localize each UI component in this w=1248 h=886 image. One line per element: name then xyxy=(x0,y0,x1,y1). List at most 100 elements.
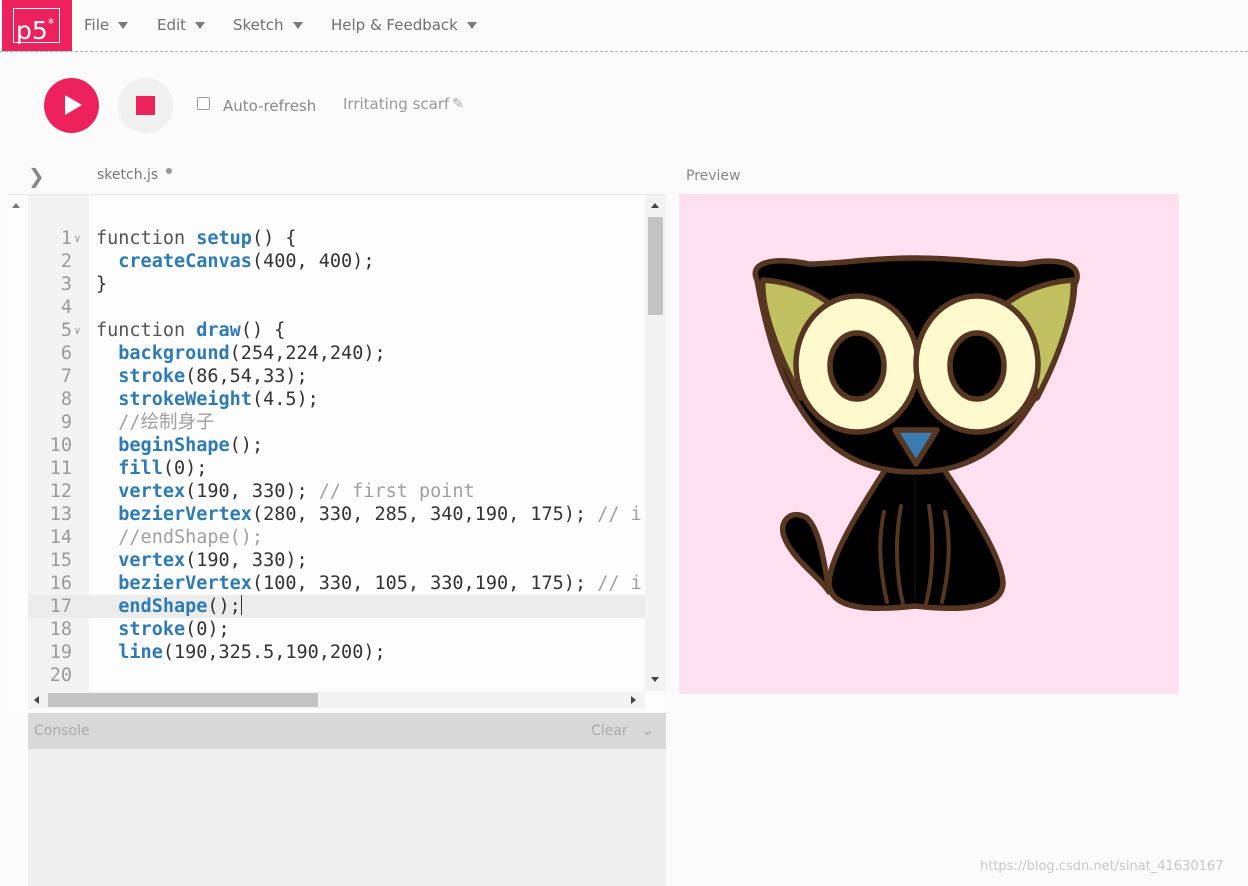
line-number: 4 xyxy=(60,297,72,318)
fold-chevron-icon[interactable]: ∨ xyxy=(74,227,81,250)
menu-sketch[interactable]: Sketch xyxy=(233,16,303,34)
scroll-up-icon[interactable] xyxy=(651,203,659,208)
line-number: 19 xyxy=(49,642,72,663)
code-comment: //绘制身子 xyxy=(96,412,215,433)
code-text: stroke(86,54,33); xyxy=(118,366,308,387)
menu-file-label: File xyxy=(84,16,110,34)
code-line: 15 vertex(190, 330); xyxy=(28,549,645,572)
menu-sketch-label: Sketch xyxy=(233,16,284,34)
code-text: createCanvas(400, 400); xyxy=(118,251,375,272)
line-number: 2 xyxy=(60,251,72,272)
line-number: 8 xyxy=(60,389,72,410)
code-text: vertex(190, 330); // first point xyxy=(118,481,475,502)
line-number: 9 xyxy=(60,412,72,433)
fold-chevron-icon[interactable]: ∨ xyxy=(74,319,81,342)
code-line: 3} xyxy=(28,273,645,296)
code-line: 19 line(190,325.5,190,200); xyxy=(28,641,645,664)
line-number: 20 xyxy=(49,665,72,686)
line-number: 12 xyxy=(49,481,72,502)
chevron-down-icon[interactable]: ⌄ xyxy=(641,720,654,739)
chevron-right-icon[interactable]: ❯ xyxy=(28,166,45,186)
stop-icon xyxy=(136,96,155,115)
line-number: 5 xyxy=(60,320,72,341)
code-line: 7 stroke(86,54,33); xyxy=(28,365,645,388)
code-line: 5 ∨ function draw() { xyxy=(28,319,645,342)
menu-help[interactable]: Help & Feedback xyxy=(331,16,477,34)
watermark: https://blog.csdn.net/sinat_41630167 xyxy=(980,859,1224,874)
menu-help-label: Help & Feedback xyxy=(331,16,458,34)
code-text: background(254,224,240); xyxy=(118,343,386,364)
code-text: bezierVertex(280, 330, 285, 340,190, 175… xyxy=(118,504,642,525)
code-line: 9 //绘制身子 xyxy=(28,411,645,434)
sidebar-scroll-up-icon xyxy=(12,203,20,208)
code-line: 16 bezierVertex(100, 330, 105, 330,190, … xyxy=(28,572,645,595)
console-header: Console Clear ⌄ xyxy=(28,713,666,749)
code-line-active: 17 endShape(); xyxy=(28,595,645,618)
code-line: 11 fill(0); xyxy=(28,457,645,480)
code-editor[interactable]: 1 ∨ function setup() { 2 createCanvas(400,… xyxy=(8,194,666,712)
code-line: 13 bezierVertex(280, 330, 285, 340,190, … xyxy=(28,503,645,526)
code-text: beginShape(); xyxy=(118,435,264,456)
line-number: 10 xyxy=(49,435,72,456)
code-text: } xyxy=(96,274,108,295)
logo-mark: p5* xyxy=(13,8,60,45)
console-title: Console xyxy=(34,723,90,739)
code-text: bezierVertex(100, 330, 105, 330,190, 175… xyxy=(118,573,642,594)
line-number: 15 xyxy=(49,550,72,571)
console-clear-button[interactable]: Clear xyxy=(591,723,628,739)
menu-file[interactable]: File xyxy=(84,16,129,34)
scroll-down-icon[interactable] xyxy=(651,677,659,682)
code-lines[interactable]: 1 ∨ function setup() { 2 createCanvas(400,… xyxy=(28,227,645,691)
code-text: endShape(); xyxy=(118,595,242,617)
code-line: 2 createCanvas(400, 400); xyxy=(28,250,645,273)
scroll-right-icon[interactable] xyxy=(631,696,636,704)
code-line: 12 vertex(190, 330); // first point xyxy=(28,480,645,503)
code-text: function draw() { xyxy=(96,320,286,341)
auto-refresh-label: Auto-refresh xyxy=(223,97,317,115)
cat-right-pupil xyxy=(947,330,1007,402)
caret-down-icon xyxy=(466,21,477,29)
code-line: 8 strokeWeight(4.5); xyxy=(28,388,645,411)
play-icon xyxy=(65,95,82,115)
line-number: 1 xyxy=(60,228,72,249)
play-button[interactable] xyxy=(44,78,99,133)
scroll-left-icon[interactable] xyxy=(34,696,39,704)
pencil-icon[interactable]: ✎ xyxy=(452,96,464,112)
menu-edit-label: Edit xyxy=(157,16,187,34)
editor-horizontal-scrollbar[interactable] xyxy=(28,691,645,709)
code-text: strokeWeight(4.5); xyxy=(118,389,319,410)
vertical-scroll-thumb[interactable] xyxy=(648,217,663,315)
top-nav: p5* File Edit Sketch Help & Feedback xyxy=(0,0,1248,52)
cat-left-pupil xyxy=(827,330,887,402)
project-name[interactable]: Irritating scarf xyxy=(343,95,449,113)
stop-button[interactable] xyxy=(118,78,173,133)
unsaved-indicator xyxy=(166,168,172,174)
line-number: 3 xyxy=(60,274,72,295)
code-text: fill(0); xyxy=(118,458,208,479)
code-text: line(190,325.5,190,200); xyxy=(118,642,386,663)
line-number: 18 xyxy=(49,619,72,640)
line-number: 11 xyxy=(49,458,72,479)
file-tab-sketch[interactable]: sketch.js xyxy=(97,167,158,183)
code-line: 18 stroke(0); xyxy=(28,618,645,641)
line-number: 14 xyxy=(49,527,72,548)
code-line: 10 beginShape(); xyxy=(28,434,645,457)
preview-label: Preview xyxy=(686,168,741,184)
editor-vertical-scrollbar[interactable] xyxy=(645,195,666,691)
code-line: 6 background(254,224,240); xyxy=(28,342,645,365)
line-number: 16 xyxy=(49,573,72,594)
horizontal-scroll-thumb[interactable] xyxy=(48,693,318,707)
line-number: 6 xyxy=(60,343,72,364)
code-text: function setup() { xyxy=(96,228,297,249)
code-line: 14 //endShape(); xyxy=(28,526,645,549)
p5-logo[interactable]: p5* xyxy=(2,0,72,51)
line-number: 17 xyxy=(49,596,72,617)
line-number: 13 xyxy=(49,504,72,525)
preview-canvas[interactable] xyxy=(679,194,1179,694)
caret-down-icon xyxy=(195,21,206,29)
console-output[interactable] xyxy=(28,749,666,886)
menu-edit[interactable]: Edit xyxy=(157,16,206,34)
auto-refresh-checkbox[interactable] xyxy=(197,97,210,110)
code-line: 20 xyxy=(28,664,645,687)
text-cursor xyxy=(240,595,242,615)
